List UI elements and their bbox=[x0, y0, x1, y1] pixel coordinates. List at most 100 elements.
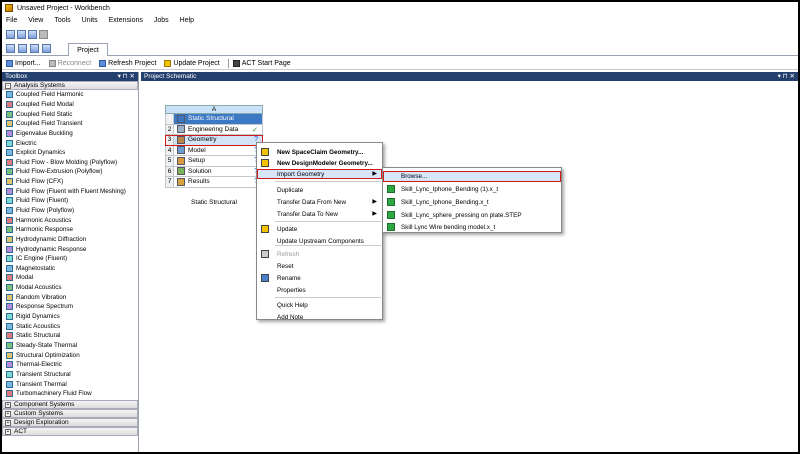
system-cell[interactable]: 5Setup? bbox=[165, 156, 263, 167]
analysis-system-icon bbox=[6, 284, 13, 292]
update-label: Update Project bbox=[173, 59, 220, 67]
toolbox-item[interactable]: Structural Optimization bbox=[2, 350, 138, 360]
menu-file[interactable]: File bbox=[6, 17, 17, 24]
toolbox-item[interactable]: Fluid Flow (Polyflow) bbox=[2, 206, 138, 216]
menu-jobs[interactable]: Jobs bbox=[154, 17, 169, 24]
new-file-icon[interactable] bbox=[6, 29, 15, 39]
toolbox-item[interactable]: Transient Structural bbox=[2, 370, 138, 380]
toolbox-item[interactable]: Hydrodynamic Response bbox=[2, 244, 138, 254]
menu-help[interactable]: Help bbox=[180, 17, 194, 24]
menu-units[interactable]: Units bbox=[82, 17, 98, 24]
import-button[interactable]: Import... bbox=[6, 59, 41, 67]
new-designmodeler-item[interactable]: New DesignModeler Geometry... bbox=[257, 158, 382, 168]
refresh-project-button[interactable]: Refresh Project bbox=[99, 59, 156, 67]
add-note-item[interactable]: Add Note bbox=[257, 312, 382, 322]
toolbox-item[interactable]: Hydrodynamic Diffraction bbox=[2, 235, 138, 245]
open-project-icon[interactable] bbox=[18, 44, 27, 53]
toolbox-item[interactable]: Magnetostatic bbox=[2, 264, 138, 274]
toolbox-item[interactable]: Coupled Field Harmonic bbox=[2, 90, 138, 100]
toolbox-item[interactable]: Steady-State Thermal bbox=[2, 341, 138, 351]
update-project-button[interactable]: Update Project bbox=[164, 59, 220, 67]
save-icon[interactable] bbox=[28, 29, 37, 39]
toolbox-item[interactable]: Coupled Field Modal bbox=[2, 100, 138, 110]
toolbox-window-controls[interactable]: ▾ ⊓ ✕ bbox=[118, 72, 135, 80]
toolbox-item[interactable]: Coupled Field Transient bbox=[2, 119, 138, 129]
toolbox-item[interactable]: Harmonic Response bbox=[2, 225, 138, 235]
collapsed-group[interactable]: + Custom Systems bbox=[2, 409, 138, 418]
toolbox-item[interactable]: Modal Acoustics bbox=[2, 283, 138, 293]
act-start-page-button[interactable]: ACT Start Page bbox=[232, 59, 291, 67]
toolbox-item-label: Fluid Flow - Blow Molding (Polyflow) bbox=[16, 158, 118, 166]
duplicate-item[interactable]: Duplicate bbox=[257, 185, 382, 195]
system-block-static-structural[interactable]: A 1 Static Structural 2 Engineering Data ✓ 3 G… bbox=[165, 105, 263, 188]
refresh-item[interactable]: Refresh bbox=[257, 249, 382, 259]
toolbox-item[interactable]: Fluid Flow - Blow Molding (Polyflow) bbox=[2, 157, 138, 167]
browse-item[interactable]: Browse... bbox=[383, 171, 561, 182]
menu-tools[interactable]: Tools bbox=[54, 17, 70, 24]
open-file-icon[interactable] bbox=[17, 29, 26, 39]
schematic-window-controls[interactable]: ▾ ⊓ ✕ bbox=[778, 72, 795, 80]
menu-view[interactable]: View bbox=[28, 17, 43, 24]
reset-item[interactable]: Reset bbox=[257, 261, 382, 271]
system-cell[interactable]: 7Results? bbox=[165, 177, 263, 188]
toolbox-item[interactable]: Random Vibration bbox=[2, 292, 138, 302]
toolbox-item[interactable]: Response Spectrum bbox=[2, 302, 138, 312]
toolbox-item[interactable]: IC Engine (Fluent) bbox=[2, 254, 138, 264]
toolbox-item[interactable]: Fluid Flow (Fluent) bbox=[2, 196, 138, 206]
menu-item-label: Duplicate bbox=[277, 186, 304, 194]
system-cell[interactable]: 4Model? bbox=[165, 145, 263, 156]
properties-item[interactable]: Properties bbox=[257, 285, 382, 295]
expand-icon[interactable]: + bbox=[5, 410, 11, 417]
transfer-from-new-item[interactable]: Transfer Data From New ▶ bbox=[257, 197, 382, 207]
expand-icon[interactable]: + bbox=[5, 401, 11, 408]
new-spaceclaim-item[interactable]: New SpaceClaim Geometry... bbox=[257, 147, 382, 157]
recent-geometry-item[interactable]: Skill_Lync_Iphone_Bending (1).x_t bbox=[383, 184, 561, 195]
toolbox-item[interactable]: Static Structural bbox=[2, 331, 138, 341]
toolbox-item[interactable]: Harmonic Acoustics bbox=[2, 215, 138, 225]
toolbox-item[interactable]: Thermal-Electric bbox=[2, 360, 138, 370]
expand-icon[interactable]: + bbox=[5, 419, 11, 426]
menu-extensions[interactable]: Extensions bbox=[109, 17, 143, 24]
reconnect-button[interactable]: Reconnect bbox=[48, 59, 91, 67]
collapse-icon[interactable]: − bbox=[5, 82, 11, 89]
toolbox-item[interactable]: Eigenvalue Buckling bbox=[2, 129, 138, 139]
expand-icon[interactable]: + bbox=[5, 428, 11, 435]
transfer-to-new-item[interactable]: Transfer Data To New ▶ bbox=[257, 209, 382, 219]
toolbox-item[interactable]: Fluid Flow (Fluent with Fluent Meshing) bbox=[2, 186, 138, 196]
analysis-system-icon bbox=[6, 235, 13, 243]
collapsed-group[interactable]: + Design Exploration bbox=[2, 418, 138, 427]
toolbox-item[interactable]: Transient Thermal bbox=[2, 379, 138, 389]
group-analysis-systems[interactable]: − Analysis Systems bbox=[2, 81, 138, 90]
system-cell[interactable]: 1 Static Structural bbox=[165, 114, 263, 125]
recent-geometry-item[interactable]: Skill_Lync_sphere_pressing on plate.STEP bbox=[383, 210, 561, 221]
system-cell[interactable]: 6Solution? bbox=[165, 166, 263, 177]
toolbox-item[interactable]: Rigid Dynamics bbox=[2, 312, 138, 322]
menu-item-label: Update bbox=[277, 225, 298, 233]
toolbox-item[interactable]: Fluid Flow-Extrusion (Polyflow) bbox=[2, 167, 138, 177]
collapsed-group[interactable]: + ACT bbox=[2, 427, 138, 436]
update-item[interactable]: Update bbox=[257, 224, 382, 234]
rename-item[interactable]: Rename bbox=[257, 273, 382, 283]
toolbox-item[interactable]: Explicit Dynamics bbox=[2, 148, 138, 158]
analysis-system-icon bbox=[6, 341, 13, 349]
save-project-icon[interactable] bbox=[30, 44, 39, 53]
recent-geometry-item[interactable]: Skill Lync Wire bending model.x_t bbox=[383, 222, 561, 233]
tab-project[interactable]: Project bbox=[68, 43, 108, 56]
toolbox-item[interactable]: Turbomachinery Fluid Flow bbox=[2, 389, 138, 399]
quick-help-item[interactable]: Quick Help bbox=[257, 300, 382, 310]
import-geometry-item[interactable]: Import Geometry ▶ bbox=[257, 169, 382, 179]
collapsed-group[interactable]: + Component Systems bbox=[2, 400, 138, 409]
toolbox-item-label: Response Spectrum bbox=[16, 303, 74, 311]
system-cell[interactable]: 2 Engineering Data ✓ bbox=[165, 124, 263, 135]
toolbox-item[interactable]: Electric bbox=[2, 138, 138, 148]
new-project-icon[interactable] bbox=[6, 44, 15, 53]
recent-geometry-item[interactable]: Skill_Lync_Iphone_Bending.x_t bbox=[383, 197, 561, 208]
toolbox-item[interactable]: Fluid Flow (CFX) bbox=[2, 177, 138, 187]
print-icon[interactable] bbox=[39, 29, 48, 39]
system-cell[interactable]: 3 Geometry? bbox=[165, 135, 263, 146]
toolbox-item[interactable]: Coupled Field Static bbox=[2, 109, 138, 119]
save-as-icon[interactable] bbox=[42, 44, 51, 53]
system-caption[interactable]: Static Structural bbox=[165, 199, 263, 206]
toolbox-item[interactable]: Static Acoustics bbox=[2, 321, 138, 331]
toolbox-item[interactable]: Modal bbox=[2, 273, 138, 283]
